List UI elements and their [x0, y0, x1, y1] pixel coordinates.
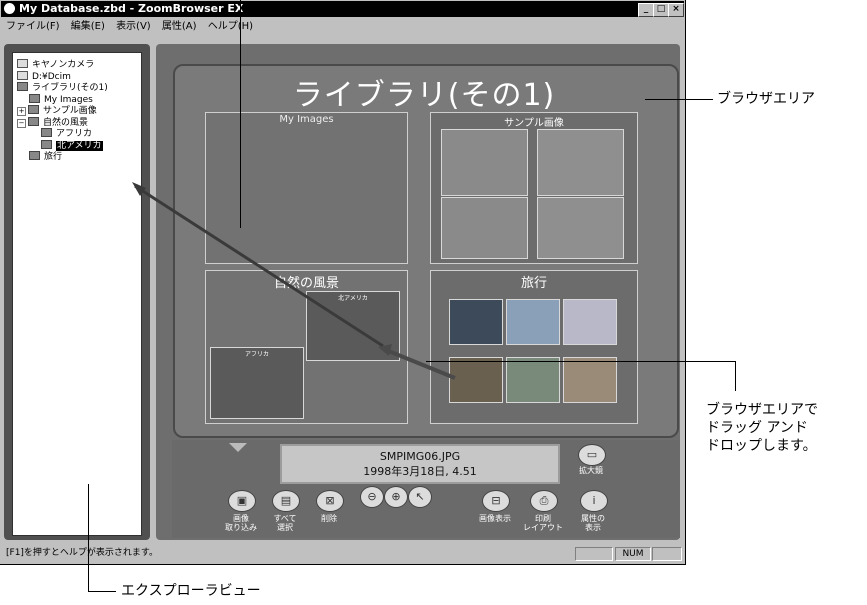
delete-label: 削除: [321, 514, 337, 523]
zoom-in-button[interactable]: ⊕: [384, 486, 408, 508]
images-icon: ▤: [280, 494, 292, 507]
callout-line-explorer-v: [88, 484, 89, 592]
zoom-out-icon: ⊖: [367, 490, 377, 503]
zoom-out-button[interactable]: ⊖: [360, 486, 384, 508]
acquire-label: 画像 取り込み: [225, 514, 257, 532]
properties-label: 属性の 表示: [581, 514, 605, 532]
properties-button[interactable]: ⅰ: [580, 490, 608, 512]
status-bar: [F1]を押すとヘルプが表示されます。 NUM: [1, 545, 684, 562]
monitor-icon: ▭: [586, 448, 598, 461]
zoom-in-icon: ⊕: [391, 490, 401, 503]
cursor-icon: ↖: [415, 490, 425, 503]
zoom-label: 拡大鏡: [579, 466, 603, 475]
callout-line-explorer-h: [88, 591, 116, 592]
view-image-button[interactable]: ⊟: [482, 490, 510, 512]
acquire-button[interactable]: ▣: [228, 490, 256, 512]
info-icon: ⅰ: [592, 494, 596, 507]
print-layout-label: 印刷 レイアウト: [523, 514, 563, 532]
pointer-button[interactable]: ↖: [408, 486, 432, 508]
triangle-down-icon[interactable]: [228, 442, 248, 454]
status-text: [F1]を押すとヘルプが表示されます。: [6, 548, 159, 558]
num-lock-indicator: NUM: [615, 547, 651, 561]
zoom-button[interactable]: ▭: [578, 444, 606, 466]
view-icon: ⊟: [491, 494, 501, 507]
info-display: SMPIMG06.JPG 1998年3月18日, 4.51: [280, 444, 560, 484]
view-image-label: 画像表示: [479, 514, 511, 523]
print-layout-button[interactable]: ⎙: [530, 490, 558, 512]
status-panel-empty: [575, 547, 613, 561]
delete-button[interactable]: ⊠: [316, 490, 344, 512]
callout-line-drag: [426, 361, 736, 362]
file-name: SMPIMG06.JPG: [379, 450, 461, 463]
callout-line-top: [240, 0, 241, 228]
callout-line-drag-v: [735, 361, 736, 391]
printer-icon: ⎙: [539, 494, 549, 507]
select-all-button[interactable]: ▤: [272, 490, 300, 512]
file-date: 1998年3月18日, 4.51: [363, 465, 477, 478]
callout-line-browse: [645, 99, 713, 100]
callout-drag-drop: ブラウザエリアで ドラッグ アンド ドロップします。: [706, 402, 818, 454]
callout-browse-area: ブラウザエリア: [717, 91, 815, 107]
camera-icon: ▣: [236, 494, 248, 507]
callout-explorer-view: エクスプローラビュー: [121, 583, 261, 599]
size-grip[interactable]: [652, 547, 682, 561]
select-all-label: すべて 選択: [273, 514, 297, 532]
delete-icon: ⊠: [325, 494, 335, 507]
